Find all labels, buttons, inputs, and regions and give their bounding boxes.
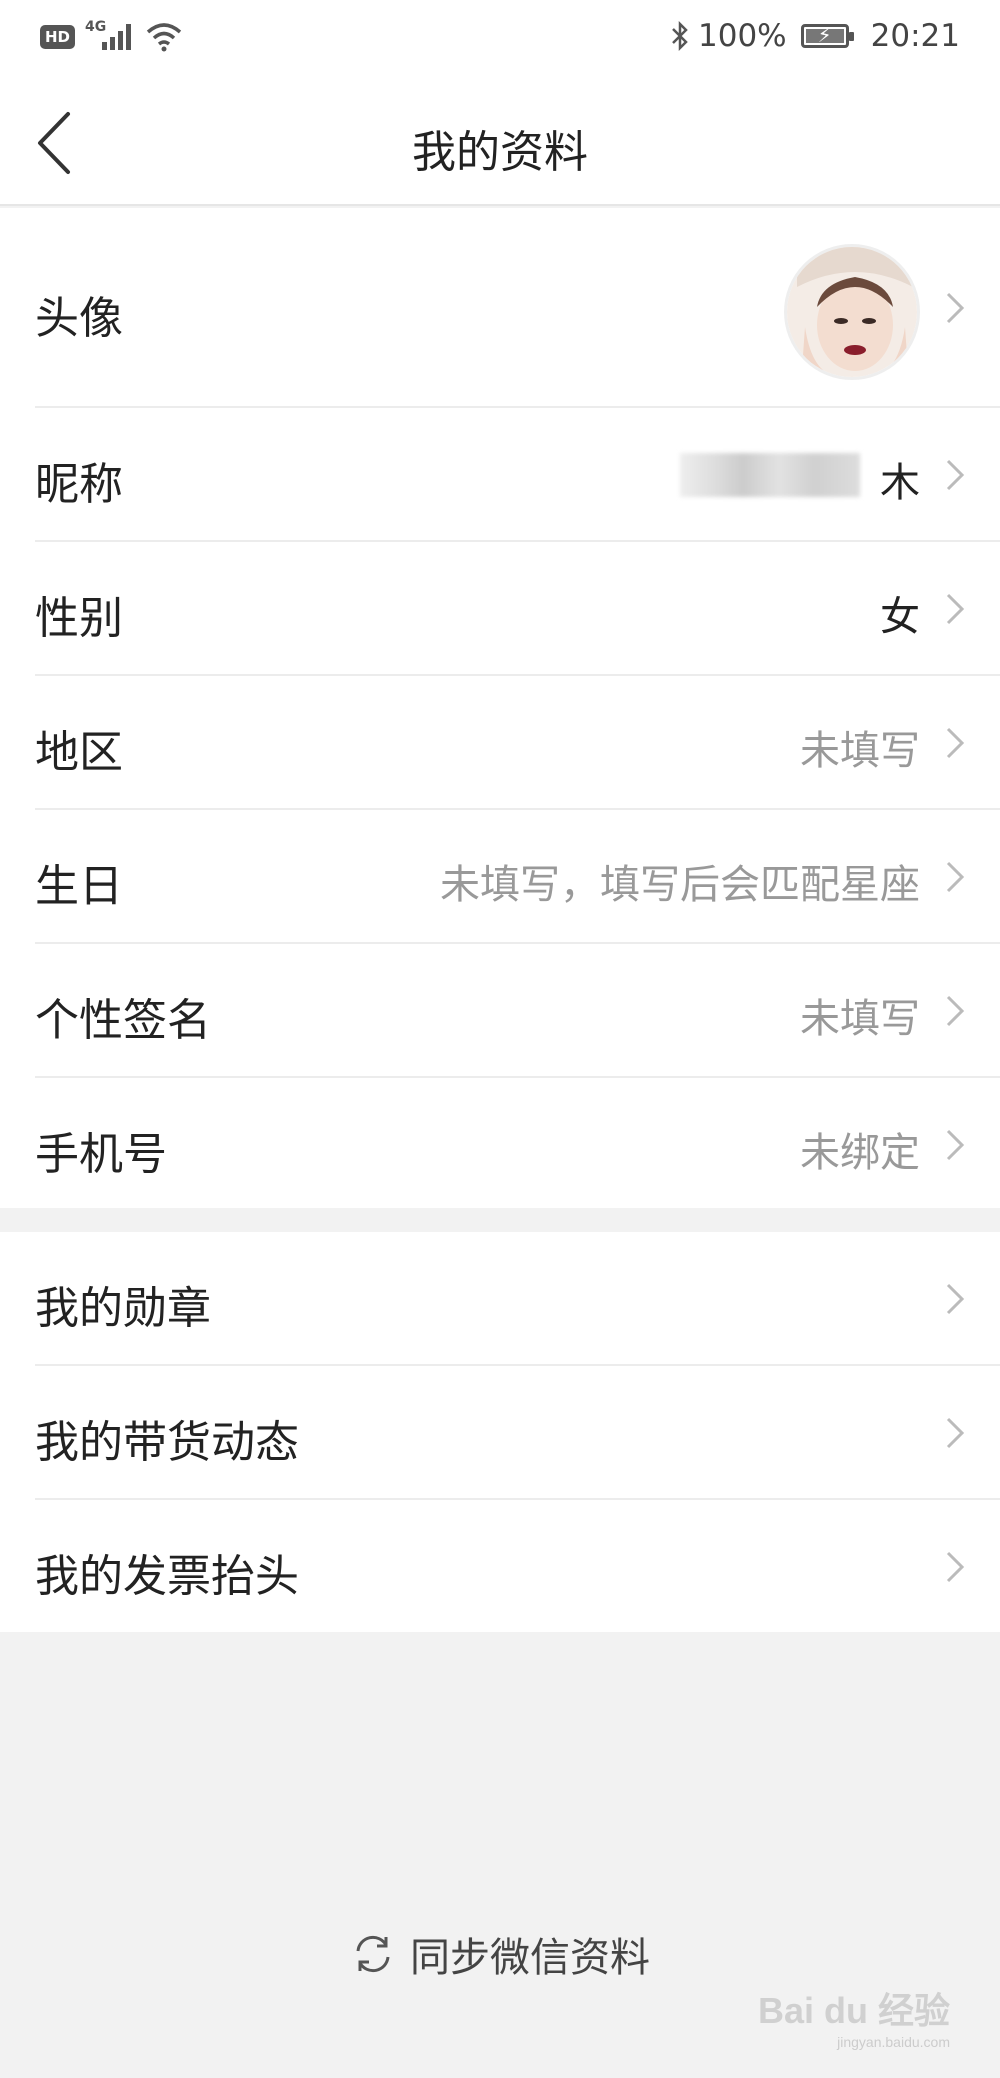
network-type: 4G <box>85 19 107 35</box>
baidu-watermark: Bai du 经验 jingyan.baidu.com <box>758 1982 950 2050</box>
watermark-url: jingyan.baidu.com <box>837 2034 950 2050</box>
phone-row[interactable]: 手机号 未绑定 <box>0 1078 1000 1208</box>
selling-feed-row[interactable]: 我的带货动态 <box>0 1366 1000 1500</box>
profile-section: 头像 昵称 木 性别 女 地区 未填写 生日 未填写，填写后会匹配星座 个性签名… <box>0 208 1000 1208</box>
medals-row[interactable]: 我的勋章 <box>0 1232 1000 1366</box>
nav-bar: 我的资料 <box>0 80 1000 206</box>
signature-value: 未填写 <box>800 996 920 1042</box>
birthday-row[interactable]: 生日 未填写，填写后会匹配星座 <box>0 810 1000 944</box>
page-title: 我的资料 <box>412 127 588 178</box>
invoice-title-row[interactable]: 我的发票抬头 <box>0 1500 1000 1632</box>
region-value: 未填写 <box>800 728 920 774</box>
nickname-row[interactable]: 昵称 木 <box>0 408 1000 542</box>
sync-wechat-button[interactable]: 同步微信资料 <box>0 1925 1000 1983</box>
signature-row[interactable]: 个性签名 未填写 <box>0 944 1000 1078</box>
chevron-right-icon <box>946 1129 965 1161</box>
invoice-title-label: 我的发票抬头 <box>35 1551 299 1602</box>
avatar-label: 头像 <box>35 293 123 344</box>
avatar-image <box>787 247 917 377</box>
chevron-right-icon <box>946 995 965 1027</box>
status-bar: HD 4G 100% ⚡ 20:21 <box>0 0 1000 80</box>
wifi-icon <box>147 23 182 52</box>
gender-value: 女 <box>880 594 920 640</box>
avatar-row[interactable]: 头像 <box>0 208 1000 408</box>
medals-label: 我的勋章 <box>35 1283 211 1334</box>
chevron-right-icon <box>946 292 965 324</box>
chevron-right-icon <box>946 861 965 893</box>
battery-icon: ⚡ <box>800 23 854 48</box>
sync-label: 同步微信资料 <box>410 1935 650 1981</box>
chevron-right-icon <box>946 1417 965 1449</box>
watermark-brand: Bai du 经验 <box>757 1990 950 2031</box>
nickname-value: 木 <box>880 460 920 506</box>
sync-icon <box>356 1935 390 1973</box>
clock: 20:21 <box>870 18 960 54</box>
gender-row[interactable]: 性别 女 <box>0 542 1000 676</box>
chevron-right-icon <box>946 593 965 625</box>
region-label: 地区 <box>35 727 123 778</box>
more-section: 我的勋章 我的带货动态 我的发票抬头 <box>0 1232 1000 1632</box>
nickname-label: 昵称 <box>35 459 123 510</box>
nickname-blur-mask <box>680 453 860 497</box>
chevron-right-icon <box>946 727 965 759</box>
status-bar-left: HD 4G <box>40 19 182 52</box>
chevron-right-icon <box>946 1551 965 1583</box>
bluetooth-icon <box>672 20 688 52</box>
phone-value: 未绑定 <box>800 1130 920 1176</box>
hd-badge: HD <box>40 25 76 49</box>
chevron-right-icon <box>946 459 965 491</box>
phone-label: 手机号 <box>35 1129 167 1180</box>
birthday-value: 未填写，填写后会匹配星座 <box>440 862 920 908</box>
avatar[interactable] <box>784 244 920 380</box>
region-row[interactable]: 地区 未填写 <box>0 676 1000 810</box>
selling-feed-label: 我的带货动态 <box>35 1417 299 1468</box>
battery-percent: 100% <box>698 18 787 54</box>
status-bar-right: 100% ⚡ 20:21 <box>670 18 960 54</box>
gender-label: 性别 <box>35 593 123 644</box>
chevron-right-icon <box>946 1283 965 1315</box>
birthday-label: 生日 <box>35 861 123 912</box>
signal-icon <box>102 24 132 50</box>
signature-label: 个性签名 <box>35 995 211 1046</box>
